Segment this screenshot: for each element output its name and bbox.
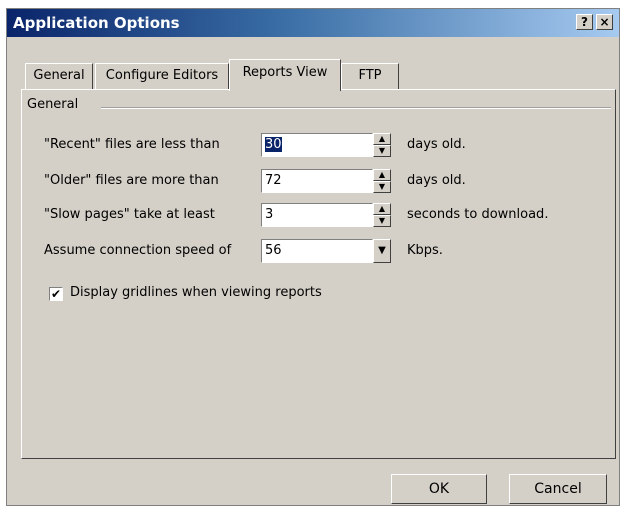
tab-general[interactable]: General (25, 63, 93, 89)
group-divider (101, 107, 611, 109)
slow-pages-unit: seconds to download. (407, 207, 549, 222)
window-title: Application Options (13, 14, 180, 32)
gridlines-label[interactable]: Display gridlines when viewing reports (70, 285, 322, 300)
chevron-down-icon[interactable]: ▼ (373, 239, 391, 263)
tab-label: FTP (358, 68, 382, 83)
older-files-label: "Older" files are more than (44, 173, 219, 188)
slow-pages-label: "Slow pages" take at least (44, 207, 215, 222)
cancel-button[interactable]: Cancel (509, 474, 607, 504)
group-general-label: General (27, 97, 83, 112)
tab-configure-editors[interactable]: Configure Editors (95, 63, 229, 89)
tab-label: Configure Editors (105, 68, 219, 83)
spin-up-icon[interactable]: ▲ (373, 203, 391, 215)
checkmark-icon: ✔ (50, 287, 62, 301)
spin-down-icon[interactable]: ▼ (373, 215, 391, 227)
ok-button[interactable]: OK (391, 474, 487, 504)
application-options-dialog: Application Options ? × General Configur… (6, 8, 620, 506)
tab-ftp[interactable]: FTP (341, 63, 399, 89)
spin-up-icon[interactable]: ▲ (373, 169, 391, 181)
older-days-spinner[interactable]: ▲ ▼ (373, 169, 391, 193)
recent-files-label: "Recent" files are less than (44, 137, 220, 152)
title-bar[interactable]: Application Options ? × (7, 9, 619, 37)
slow-pages-input[interactable]: 3 (261, 203, 373, 227)
recent-days-unit: days old. (407, 137, 466, 152)
recent-days-value: 30 (265, 137, 282, 152)
spin-down-icon[interactable]: ▼ (373, 181, 391, 193)
help-button[interactable]: ? (576, 14, 593, 30)
connection-speed-unit: Kbps. (407, 243, 443, 258)
recent-days-input[interactable]: 30 (261, 133, 373, 157)
spin-up-icon[interactable]: ▲ (373, 133, 391, 145)
older-days-unit: days old. (407, 173, 466, 188)
older-days-input[interactable]: 72 (261, 169, 373, 193)
connection-speed-select[interactable]: 56 (261, 239, 373, 263)
tab-reports-view[interactable]: Reports View (229, 59, 341, 91)
recent-days-spinner[interactable]: ▲ ▼ (373, 133, 391, 157)
slow-pages-spinner[interactable]: ▲ ▼ (373, 203, 391, 227)
spin-down-icon[interactable]: ▼ (373, 145, 391, 157)
tab-label: Reports View (242, 65, 328, 80)
tab-label: General (33, 68, 85, 83)
connection-speed-label: Assume connection speed of (44, 243, 232, 258)
gridlines-checkbox[interactable]: ✔ (49, 287, 63, 301)
close-button[interactable]: × (596, 14, 613, 30)
